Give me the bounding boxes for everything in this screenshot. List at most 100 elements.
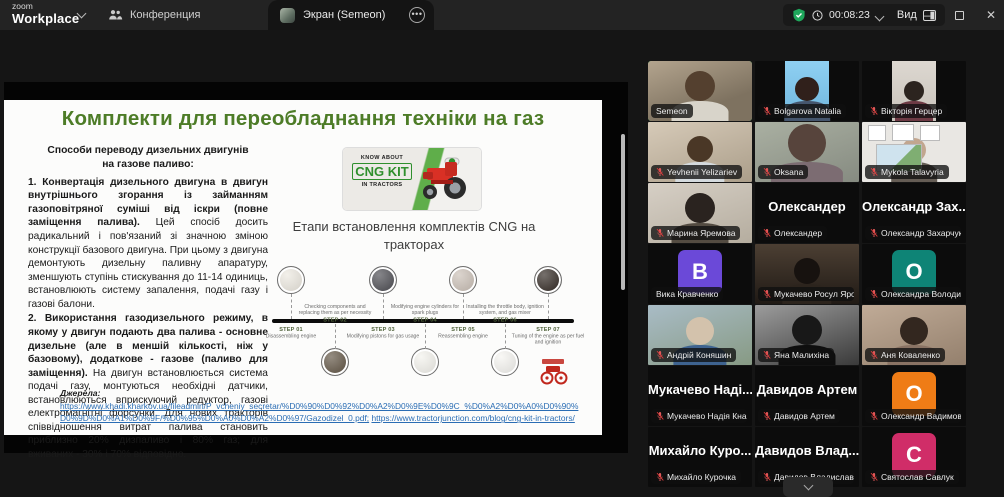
timeline-connector xyxy=(548,294,549,319)
participant-tile-12[interactable]: ООлександра Володим... xyxy=(862,244,966,304)
muted-mic-icon xyxy=(656,167,664,177)
slide-subheading: Способи переводу дизельних двигунів на г… xyxy=(42,144,254,172)
participant-tile-19[interactable]: Михайло Куро...Михайло Курочка xyxy=(648,427,752,487)
participant-name-label: Мукачево Надія Кнап xyxy=(651,409,747,423)
participant-display-name: Давидов Влад... xyxy=(755,443,859,458)
muted-mic-icon xyxy=(870,350,878,360)
participant-tile-5[interactable]: Oksana xyxy=(755,122,859,182)
zoom-workplace-logo: zoom Workplace xyxy=(12,2,79,25)
participant-tile-13[interactable]: Андрій Коняшин xyxy=(648,305,752,365)
muted-mic-icon xyxy=(870,228,878,238)
participant-tile-16[interactable]: Мукачево Наді...Мукачево Надія Кнап xyxy=(648,366,752,426)
timeline-step-photo-1 xyxy=(277,266,305,294)
participant-tile-15[interactable]: Аня Коваленко xyxy=(862,305,966,365)
participant-tile-1[interactable]: Semeon xyxy=(648,61,752,121)
brand-zoom-text: zoom xyxy=(12,2,79,11)
timer-chevron-down-icon[interactable] xyxy=(874,11,884,21)
slide-paragraph-1: 1. Конвертація дизельного двигуна в двиг… xyxy=(28,176,268,312)
participant-display-name: Олександр Зах... xyxy=(862,199,966,214)
timeline-step-caption-2: Checking components and replacing them a… xyxy=(294,303,376,323)
participant-tile-9[interactable]: Олександр Зах... Олександр Захарчук xyxy=(862,183,966,243)
timeline-step-caption-1: STEP 01Disassembling engine xyxy=(250,326,332,339)
title-bar: zoom Workplace Конференция Экран (Semeon… xyxy=(0,0,1004,30)
window-maximize-button[interactable] xyxy=(946,0,972,30)
wall-poster xyxy=(920,125,940,141)
participant-name-label: Mykola Talavyria xyxy=(865,165,949,179)
participant-name-label: Яна Малихіна xyxy=(758,348,834,362)
participant-name-label: Олександр Захарчук xyxy=(865,226,961,240)
muted-mic-icon xyxy=(870,289,878,299)
participant-name-label: Yevhenii Yelizariev xyxy=(651,165,742,179)
participant-tile-14[interactable]: Яна Малихіна xyxy=(755,305,859,365)
tractor-illustration xyxy=(415,156,477,202)
timeline-step-photo-2 xyxy=(321,348,349,376)
muted-mic-icon xyxy=(656,472,664,482)
timeline-connector xyxy=(335,324,336,349)
timeline-step-caption-5: STEP 05Reassembling engine xyxy=(422,326,504,339)
participant-display-name: Михайло Куро... xyxy=(648,443,752,458)
timeline-connector xyxy=(291,294,292,319)
collapse-participants-button[interactable] xyxy=(783,477,833,497)
participant-name-label: Олександр Вадимови... xyxy=(865,409,961,423)
timeline-step-photo-5 xyxy=(449,266,477,294)
participant-tile-7[interactable]: Марина Яремова xyxy=(648,183,752,243)
meeting-stage: Комплекти для переобладнання техніки на … xyxy=(0,30,1004,497)
muted-mic-icon xyxy=(763,289,771,299)
participant-tile-6[interactable]: Mykola Talavyria xyxy=(862,122,966,182)
clock-icon xyxy=(812,10,823,21)
muted-mic-icon xyxy=(763,167,771,177)
participant-name-label: Олександер xyxy=(758,226,827,240)
muted-mic-icon xyxy=(763,350,771,360)
window-minimize-button[interactable]: – xyxy=(914,0,940,30)
participant-display-name: Давидов Артем xyxy=(755,382,859,397)
timeline-step-caption-6: Installing the throttle body, ignition s… xyxy=(464,303,546,323)
timeline-step-photo-6 xyxy=(491,348,519,376)
tab-conference[interactable]: Конференция xyxy=(108,0,200,30)
muted-mic-icon xyxy=(763,411,771,421)
participant-tile-3[interactable]: Вікторія Герцер xyxy=(862,61,966,121)
participant-name-label: Вікторія Герцер xyxy=(865,104,947,118)
meeting-timer[interactable]: 00:08:23 xyxy=(829,9,870,21)
tab-conference-label: Конференция xyxy=(130,9,200,21)
window-close-button[interactable]: ✕ xyxy=(978,0,1004,30)
muted-mic-icon xyxy=(870,411,878,421)
presentation-slide: Комплекти для переобладнання техніки на … xyxy=(4,100,602,435)
participant-tile-8[interactable]: Олександер Олександер xyxy=(755,183,859,243)
participant-name-label: Андрій Коняшин xyxy=(651,348,736,362)
wall-poster xyxy=(868,125,886,141)
participant-tile-11[interactable]: Мукачево Росул Ярос... xyxy=(755,244,859,304)
muted-mic-icon xyxy=(870,167,878,177)
muted-mic-icon xyxy=(763,472,771,482)
timeline-heading: Етапи встановлення комплектів CNG на тра… xyxy=(276,218,552,253)
tab-screen-label: Экран (Semeon) xyxy=(303,9,401,21)
wall-poster xyxy=(892,124,914,141)
chevron-down-icon xyxy=(803,481,813,491)
shared-screen-scrollbar[interactable] xyxy=(621,134,625,290)
participant-tile-2[interactable]: Bolgarova Natalia xyxy=(755,61,859,121)
person-silhouette xyxy=(788,124,826,162)
participant-tile-18[interactable]: ООлександр Вадимови... xyxy=(862,366,966,426)
participants-grid: Semeon Bolgarova Natalia Вікторія Герцер Ye… xyxy=(648,61,966,487)
security-shield-icon[interactable] xyxy=(792,8,806,22)
participant-display-name: Олександер xyxy=(755,199,859,214)
source-link-tractorjunction[interactable]: https://www.tractorjunction.com/blog/cng… xyxy=(371,413,574,423)
participant-name-label: Святослав Савлук xyxy=(865,470,959,484)
muted-mic-icon xyxy=(656,411,664,421)
participant-name-label: Semeon xyxy=(651,104,693,118)
person-silhouette xyxy=(795,77,819,101)
paragraph-1-body: Цей спосіб досить радикальний і пов'язан… xyxy=(28,217,268,309)
tab-options-ellipsis-icon[interactable]: ••• xyxy=(409,7,425,23)
participant-tile-17[interactable]: Давидов АртемДавидов Артем xyxy=(755,366,859,426)
participant-name-label: Марина Яремова xyxy=(651,226,740,240)
people-icon xyxy=(108,9,123,21)
badge-know-about: KNOW ABOUT xyxy=(351,155,413,161)
tab-screen-share-active[interactable]: Экран (Semeon) ••• xyxy=(268,0,434,30)
shared-screen-area: Комплекти для переобладнання техніки на … xyxy=(4,82,628,453)
muted-mic-icon xyxy=(656,350,664,360)
brand-workplace-text: Workplace xyxy=(12,12,79,25)
participant-tile-21[interactable]: ССвятослав Савлук xyxy=(862,427,966,487)
muted-mic-icon xyxy=(656,228,664,238)
timeline-step-photo-7 xyxy=(534,266,562,294)
participant-tile-4[interactable]: Yevhenii Yelizariev xyxy=(648,122,752,182)
participant-tile-10[interactable]: BВика Кравченко xyxy=(648,244,752,304)
